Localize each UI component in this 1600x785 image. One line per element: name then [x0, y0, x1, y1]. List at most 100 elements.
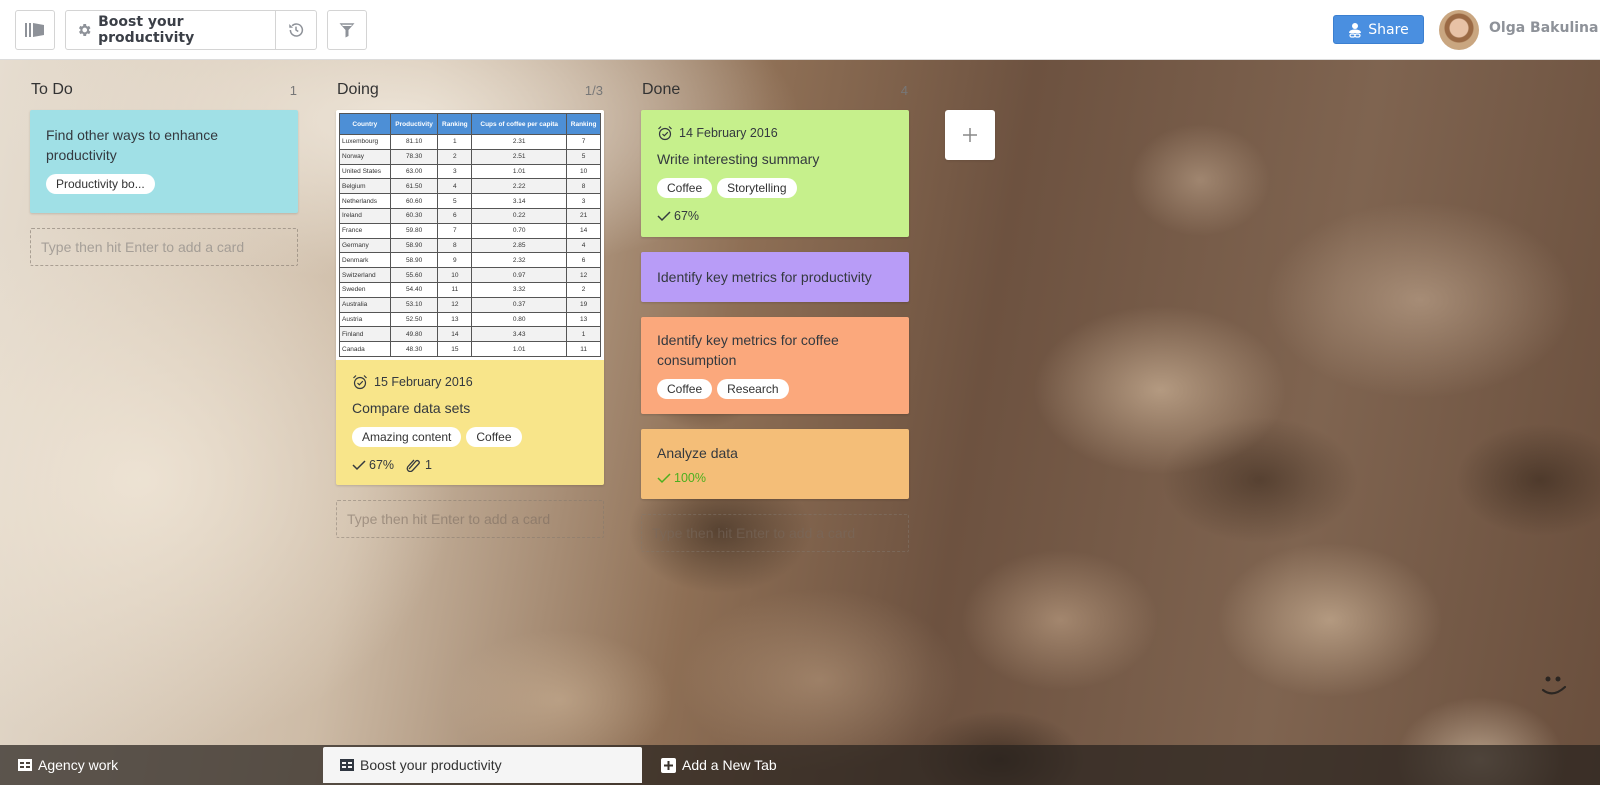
card-title: Analyze data	[657, 445, 738, 461]
card[interactable]: Country Productivity Ranking Cups of coffee…	[336, 110, 604, 485]
share-button[interactable]: Share	[1333, 15, 1424, 44]
card-title: Write interesting summary	[657, 151, 820, 167]
table-cell: 60.60	[389, 193, 439, 209]
table-cell: 59.80	[389, 222, 439, 239]
table-cell: Belgium	[339, 178, 391, 195]
checklist-badge-complete: 100%	[657, 471, 706, 485]
board-settings-button[interactable]: Boost your productivity	[66, 11, 276, 49]
tag: Storytelling	[717, 178, 797, 198]
board-title: Boost your productivity	[98, 14, 195, 46]
table-cell: 10	[566, 163, 601, 180]
add-card-input[interactable]: Type then hit Enter to add a card	[336, 499, 604, 538]
table-cell: Luxembourg	[339, 134, 391, 150]
table-cell: Switzerland	[339, 267, 391, 283]
card[interactable]: Identify key metrics for coffee consumpt…	[641, 317, 909, 414]
table-cell: 60.30	[389, 207, 439, 224]
table-cell: 10	[437, 267, 473, 283]
card[interactable]: Find other ways to enhance productivity …	[30, 110, 298, 213]
add-card-input[interactable]: Type then hit Enter to add a card	[641, 514, 909, 552]
table-row: Luxembourg 81.10 1 2.31 7	[339, 134, 601, 150]
smiley-icon[interactable]	[1540, 672, 1570, 706]
card[interactable]: Analyze data 100%	[641, 429, 909, 499]
list-done: Done 4 14 February 2016 Write interestin…	[641, 80, 909, 552]
table-cell: 1.01	[471, 163, 568, 180]
plus-box-icon	[661, 757, 676, 773]
table-cell: 3	[437, 163, 473, 180]
table-header-row: Country Productivity Ranking Cups of coffee…	[339, 113, 601, 135]
table-cell: 81.10	[389, 134, 439, 150]
filter-button[interactable]	[327, 10, 367, 50]
card[interactable]: 14 February 2016 Write interesting summa…	[641, 110, 909, 237]
board-icon	[340, 759, 354, 771]
table-header-cell: Ranking	[437, 113, 473, 135]
card-title: Identify key metrics for coffee consumpt…	[657, 332, 839, 368]
table-cell: 0.22	[471, 207, 568, 224]
card-due-date: 15 February 2016	[352, 374, 588, 390]
table-cell: 4	[566, 237, 601, 254]
table-header-cell: Country	[339, 113, 391, 135]
table-cell: 12	[566, 267, 601, 283]
list-header[interactable]: Done 4	[641, 80, 909, 100]
checkmark-icon	[657, 211, 671, 222]
sidebar-toggle-icon	[25, 23, 44, 37]
table-row: France 59.80 7 0.70 14	[339, 222, 601, 239]
due-date-text: 14 February 2016	[679, 126, 778, 140]
table-cell: 63.00	[389, 163, 439, 180]
table-cell: France	[339, 222, 391, 239]
table-cell: 54.40	[389, 281, 439, 298]
card-title: Compare data sets	[352, 399, 471, 416]
table-cell: Australia	[339, 296, 391, 313]
table-cell: 49.80	[389, 326, 439, 343]
table-cell: 8	[566, 178, 601, 195]
tag: Research	[717, 379, 789, 399]
table-cell: 9	[437, 252, 473, 269]
history-button[interactable]	[276, 11, 316, 49]
table-cell: 2.22	[471, 178, 568, 195]
table-cell: 55.60	[389, 267, 439, 283]
user-name[interactable]: Olga Bakulina	[1489, 20, 1598, 36]
table-header-cell: Productivity	[389, 113, 439, 135]
table-cell: 7	[437, 222, 473, 239]
card-tags: Coffee Storytelling	[657, 178, 893, 198]
list-header[interactable]: Doing 1/3	[336, 80, 604, 100]
checklist-badge: 67%	[657, 209, 699, 223]
board-icon	[18, 759, 32, 771]
list-header[interactable]: To Do 1	[30, 80, 298, 100]
list-card-count: 1/3	[584, 82, 603, 98]
table-row: Switzerland 55.60 10 0.97 12	[339, 267, 601, 283]
table-cell: 1	[566, 326, 601, 343]
add-card-input[interactable]: Type then hit Enter to add a card	[30, 228, 298, 266]
add-list-button[interactable]	[945, 110, 995, 160]
table-row: Germany 58.90 8 2.85 4	[339, 237, 601, 254]
table-cell: 2.51	[471, 148, 568, 165]
sidebar-toggle-button[interactable]	[15, 10, 55, 50]
table-cell: 2.85	[471, 237, 568, 254]
tab-label: Agency work	[38, 757, 119, 773]
list-title: Doing	[337, 81, 379, 98]
history-icon	[289, 23, 304, 37]
table-cell: 14	[437, 326, 473, 343]
add-new-tab-button[interactable]: Add a New Tab	[661, 745, 777, 785]
board-title-group: Boost your productivity	[65, 10, 317, 50]
table-cell: 0.97	[471, 267, 568, 283]
card-cover-image: Country Productivity Ranking Cups of coffee…	[336, 110, 604, 360]
card-badges: 67% 1	[352, 458, 588, 472]
user-avatar[interactable]	[1439, 10, 1479, 50]
checkmark-icon	[352, 460, 366, 471]
card[interactable]: Identify key metrics for productivity	[641, 252, 909, 302]
table-cell: 8	[437, 237, 473, 254]
table-cell: 12	[437, 296, 473, 313]
checkmark-icon	[657, 473, 671, 484]
list-card-count: 4	[900, 82, 908, 98]
board-tab-boost-your-productivity[interactable]: Boost your productivity	[323, 747, 642, 783]
table-row: Australia 53.10 12 0.37 19	[339, 296, 601, 313]
checklist-badge: 67%	[352, 458, 394, 472]
checklist-progress: 67%	[674, 209, 700, 223]
table-cell: Sweden	[339, 281, 391, 298]
table-row: Netherlands 60.60 5 3.14 3	[339, 193, 601, 209]
list-doing: Doing 1/3 Country Productivity Ranking Cups…	[336, 80, 604, 538]
attachment-badge: 1	[406, 458, 432, 472]
checklist-progress: 100%	[674, 471, 706, 485]
board-tab-agency-work[interactable]: Agency work	[18, 745, 118, 785]
add-tab-label: Add a New Tab	[682, 757, 777, 773]
